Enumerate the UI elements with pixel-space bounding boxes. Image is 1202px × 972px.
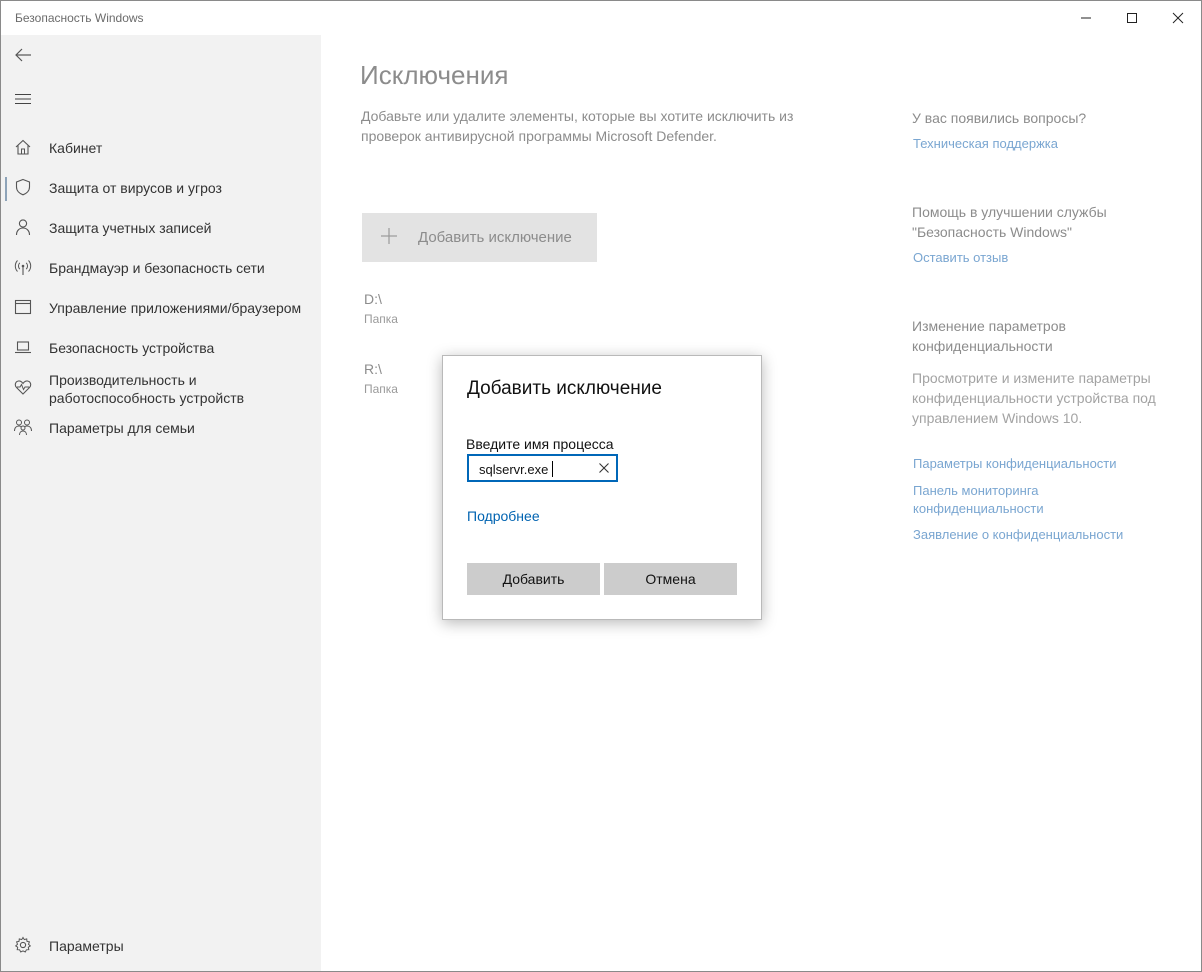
add-button[interactable]: Добавить (467, 563, 600, 595)
text-caret (552, 461, 553, 477)
laptop-icon (13, 337, 33, 357)
sidebar-item-label: Параметры (49, 938, 124, 954)
sidebar-item-account-protection[interactable]: Защита учетных записей (1, 207, 321, 247)
selection-indicator (5, 177, 7, 201)
maximize-icon (1127, 13, 1137, 23)
dialog-title: Добавить исключение (467, 378, 662, 399)
sidebar-item-label: Управление приложениями/браузером (49, 300, 302, 316)
plus-icon (381, 228, 397, 244)
sidebar-item-label: Брандмауэр и безопасность сети (49, 260, 265, 276)
sidebar-item-device-performance[interactable]: Производительность и работоспособность у… (1, 367, 321, 411)
process-name-input[interactable] (479, 460, 589, 478)
sidebar-item-label: Параметры для семьи (49, 420, 195, 436)
sidebar-item-home[interactable]: Кабинет (1, 127, 321, 167)
sidebar-item-settings[interactable]: Параметры (1, 925, 321, 965)
sidebar-item-label: Защита учетных записей (49, 220, 212, 236)
close-button[interactable] (1155, 1, 1201, 35)
maximize-button[interactable] (1109, 1, 1155, 35)
home-icon (13, 137, 33, 157)
page-description: Добавьте или удалите элементы, которые в… (361, 108, 794, 144)
close-icon (1172, 12, 1184, 24)
exclusion-type: Папка (364, 312, 398, 326)
questions-heading: У вас появились вопросы? (912, 110, 1087, 126)
minimize-button[interactable] (1063, 1, 1109, 35)
page-title: Исключения (360, 60, 509, 90)
sidebar-item-firewall[interactable]: Брандмауэр и безопасность сети (1, 247, 321, 287)
add-exclusion-dialog: Добавить исключение Введите имя процесса… (442, 355, 762, 620)
family-icon (13, 417, 33, 437)
sidebar-item-label: Защита от вирусов и угроз (49, 180, 222, 196)
shield-icon (13, 177, 33, 197)
sidebar-item-label: Безопасность устройства (49, 340, 215, 356)
add-exclusion-label: Добавить исключение (418, 229, 572, 246)
heart-pulse-icon (13, 377, 33, 397)
feedback-link[interactable]: Оставить отзыв (913, 249, 1163, 267)
sidebar-item-label: Производительность и работоспособность у… (49, 372, 245, 406)
exclusion-path: D:\ (364, 291, 382, 307)
improve-heading: Помощь в улучшении службы "Безопасность … (912, 204, 1107, 240)
sidebar-item-label: Кабинет (49, 140, 103, 156)
back-button[interactable] (11, 43, 35, 67)
add-exclusion-button[interactable]: Добавить исключение (362, 213, 597, 262)
learn-more-link[interactable]: Подробнее (467, 508, 540, 524)
sidebar-item-virus-protection[interactable]: Защита от вирусов и угроз (1, 167, 321, 207)
hamburger-icon (15, 94, 31, 104)
privacy-heading: Изменение параметров конфиденциальности (912, 318, 1066, 354)
support-link[interactable]: Техническая поддержка (913, 135, 1163, 153)
window-title: Безопасность Windows (15, 11, 144, 25)
back-arrow-icon (15, 48, 31, 62)
sidebar-item-device-security[interactable]: Безопасность устройства (1, 327, 321, 367)
wifi-antenna-icon (13, 257, 33, 277)
gear-icon (13, 935, 33, 955)
clear-icon[interactable] (598, 462, 610, 474)
app-window-icon (13, 297, 33, 317)
title-bar: Безопасность Windows (1, 1, 1201, 35)
privacy-description: Просмотрите и измените параметры конфиде… (912, 370, 1156, 426)
privacy-settings-link[interactable]: Параметры конфиденциальности (913, 455, 1163, 473)
sidebar-item-app-browser-control[interactable]: Управление приложениями/браузером (1, 287, 321, 327)
sidebar: Кабинет Защита от вирусов и угроз Защита… (1, 35, 321, 971)
person-icon (13, 217, 33, 237)
privacy-statement-link[interactable]: Заявление о конфиденциальности (913, 526, 1163, 544)
cancel-button[interactable]: Отмена (604, 563, 737, 595)
sidebar-item-family-options[interactable]: Параметры для семьи (1, 407, 321, 447)
app-window: Безопасность Windows Кабинет Защита от в… (0, 0, 1202, 972)
process-name-field[interactable] (467, 454, 618, 482)
hamburger-menu-button[interactable] (11, 87, 35, 111)
process-name-label: Введите имя процесса (466, 436, 614, 452)
privacy-dashboard-link[interactable]: Панель мониторинга конфиденциальности (913, 482, 1113, 518)
exclusion-item[interactable]: D:\ Папка (364, 291, 564, 326)
minimize-icon (1081, 17, 1091, 19)
